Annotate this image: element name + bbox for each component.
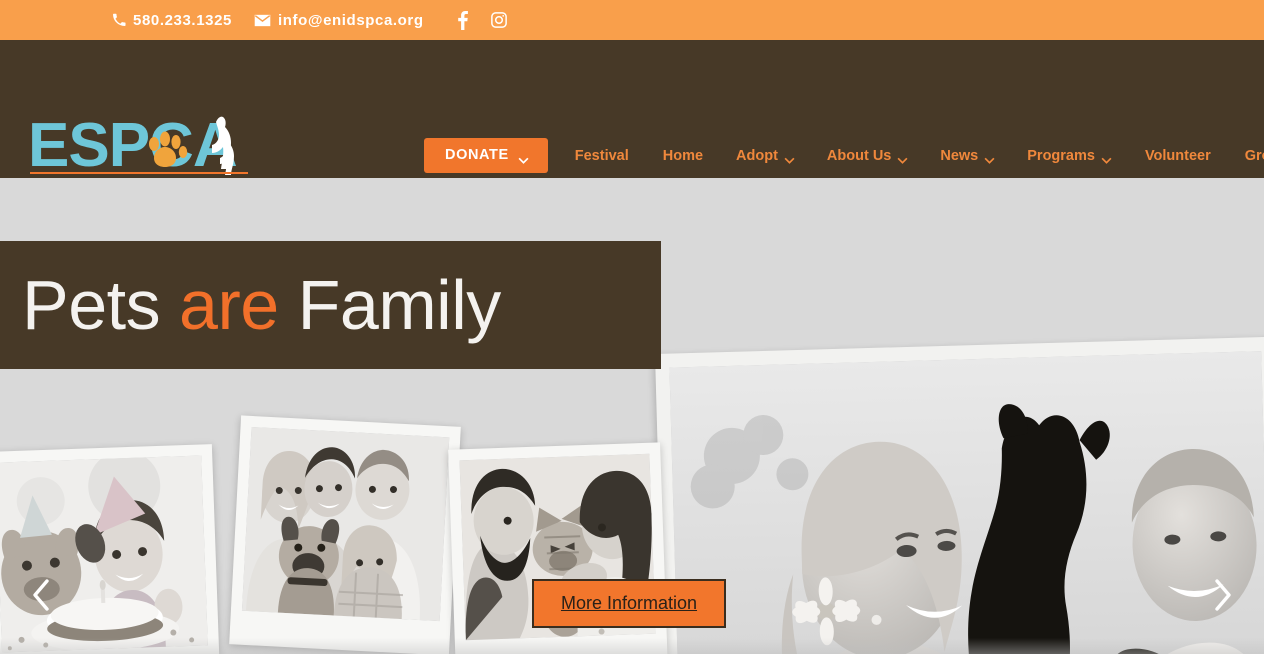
instagram-icon[interactable] (490, 10, 508, 30)
polaroid-family-with-dog (229, 415, 461, 654)
social-links (454, 10, 508, 30)
chevron-down-icon (784, 152, 795, 164)
cta-label: More Information (560, 593, 698, 613)
polaroid-baby-dog-birthday (0, 444, 221, 654)
envelope-icon (254, 14, 271, 27)
phone-icon (112, 13, 126, 27)
phone-link[interactable]: 580.233.1325 (112, 12, 232, 29)
chevron-down-icon (984, 152, 995, 164)
chevron-left-icon (30, 578, 52, 617)
hero-slider: #PETSAREFAMILY (0, 178, 1264, 654)
nav-label-programs: Programs (1027, 147, 1095, 164)
hero-photo-image (669, 351, 1264, 654)
headline-accent: are (179, 266, 279, 344)
site-header: ESPCA COMPASSION. COMMUNITY. COMPANION. (0, 40, 1264, 189)
nav-item-grooming[interactable]: Grooming (1228, 148, 1264, 164)
nav-item-programs[interactable]: Programs (1011, 148, 1128, 164)
nav-label-volunteer: Volunteer (1144, 147, 1211, 164)
hero-headline-band: Pets are Family (0, 241, 661, 369)
polaroid-2-image (241, 426, 450, 622)
nav-item-adopt[interactable]: Adopt (720, 148, 811, 164)
svg-text:ESPCA: ESPCA (28, 111, 237, 180)
nav-label-about-us: About Us (826, 147, 892, 164)
nav-label-grooming: Grooming (1244, 147, 1264, 164)
slider-next-button[interactable] (1202, 576, 1244, 618)
hero-headline: Pets are Family (22, 270, 501, 340)
nav-item-donate[interactable]: DONATE (424, 138, 548, 173)
more-information-button[interactable]: More Information (532, 579, 726, 628)
nav-label-festival: Festival (574, 147, 629, 164)
nav-label-news: News (940, 147, 979, 164)
primary-navigation: DONATE Festival Home Adopt About Us News… (424, 138, 1264, 173)
email-address: info@enidspca.org (277, 11, 424, 29)
nav-item-festival[interactable]: Festival (558, 148, 646, 164)
headline-part2: Family (278, 266, 502, 344)
nav-label-adopt: Adopt (736, 147, 778, 164)
nav-item-home[interactable]: Home (646, 148, 720, 164)
nav-item-volunteer[interactable]: Volunteer (1128, 148, 1228, 164)
chevron-down-icon (897, 152, 908, 164)
polaroid-1-image (0, 455, 208, 653)
chevron-down-icon (1101, 152, 1112, 164)
nav-item-news[interactable]: News (924, 148, 1011, 164)
nav-label-home: Home (662, 147, 704, 164)
chevron-right-icon (1212, 578, 1234, 617)
headline-part1: Pets (22, 266, 180, 344)
donate-label: DONATE (445, 147, 509, 163)
slider-prev-button[interactable] (20, 576, 62, 618)
phone-number: 580.233.1325 (133, 11, 232, 29)
facebook-icon[interactable] (454, 10, 472, 30)
top-utility-bar: 580.233.1325 info@enidspca.org (0, 0, 1264, 40)
chevron-down-icon (518, 152, 529, 164)
nav-item-about-us[interactable]: About Us (811, 148, 924, 164)
hero-couple-with-dog: #PETSAREFAMILY (655, 336, 1264, 654)
email-link[interactable]: info@enidspca.org (254, 12, 424, 29)
